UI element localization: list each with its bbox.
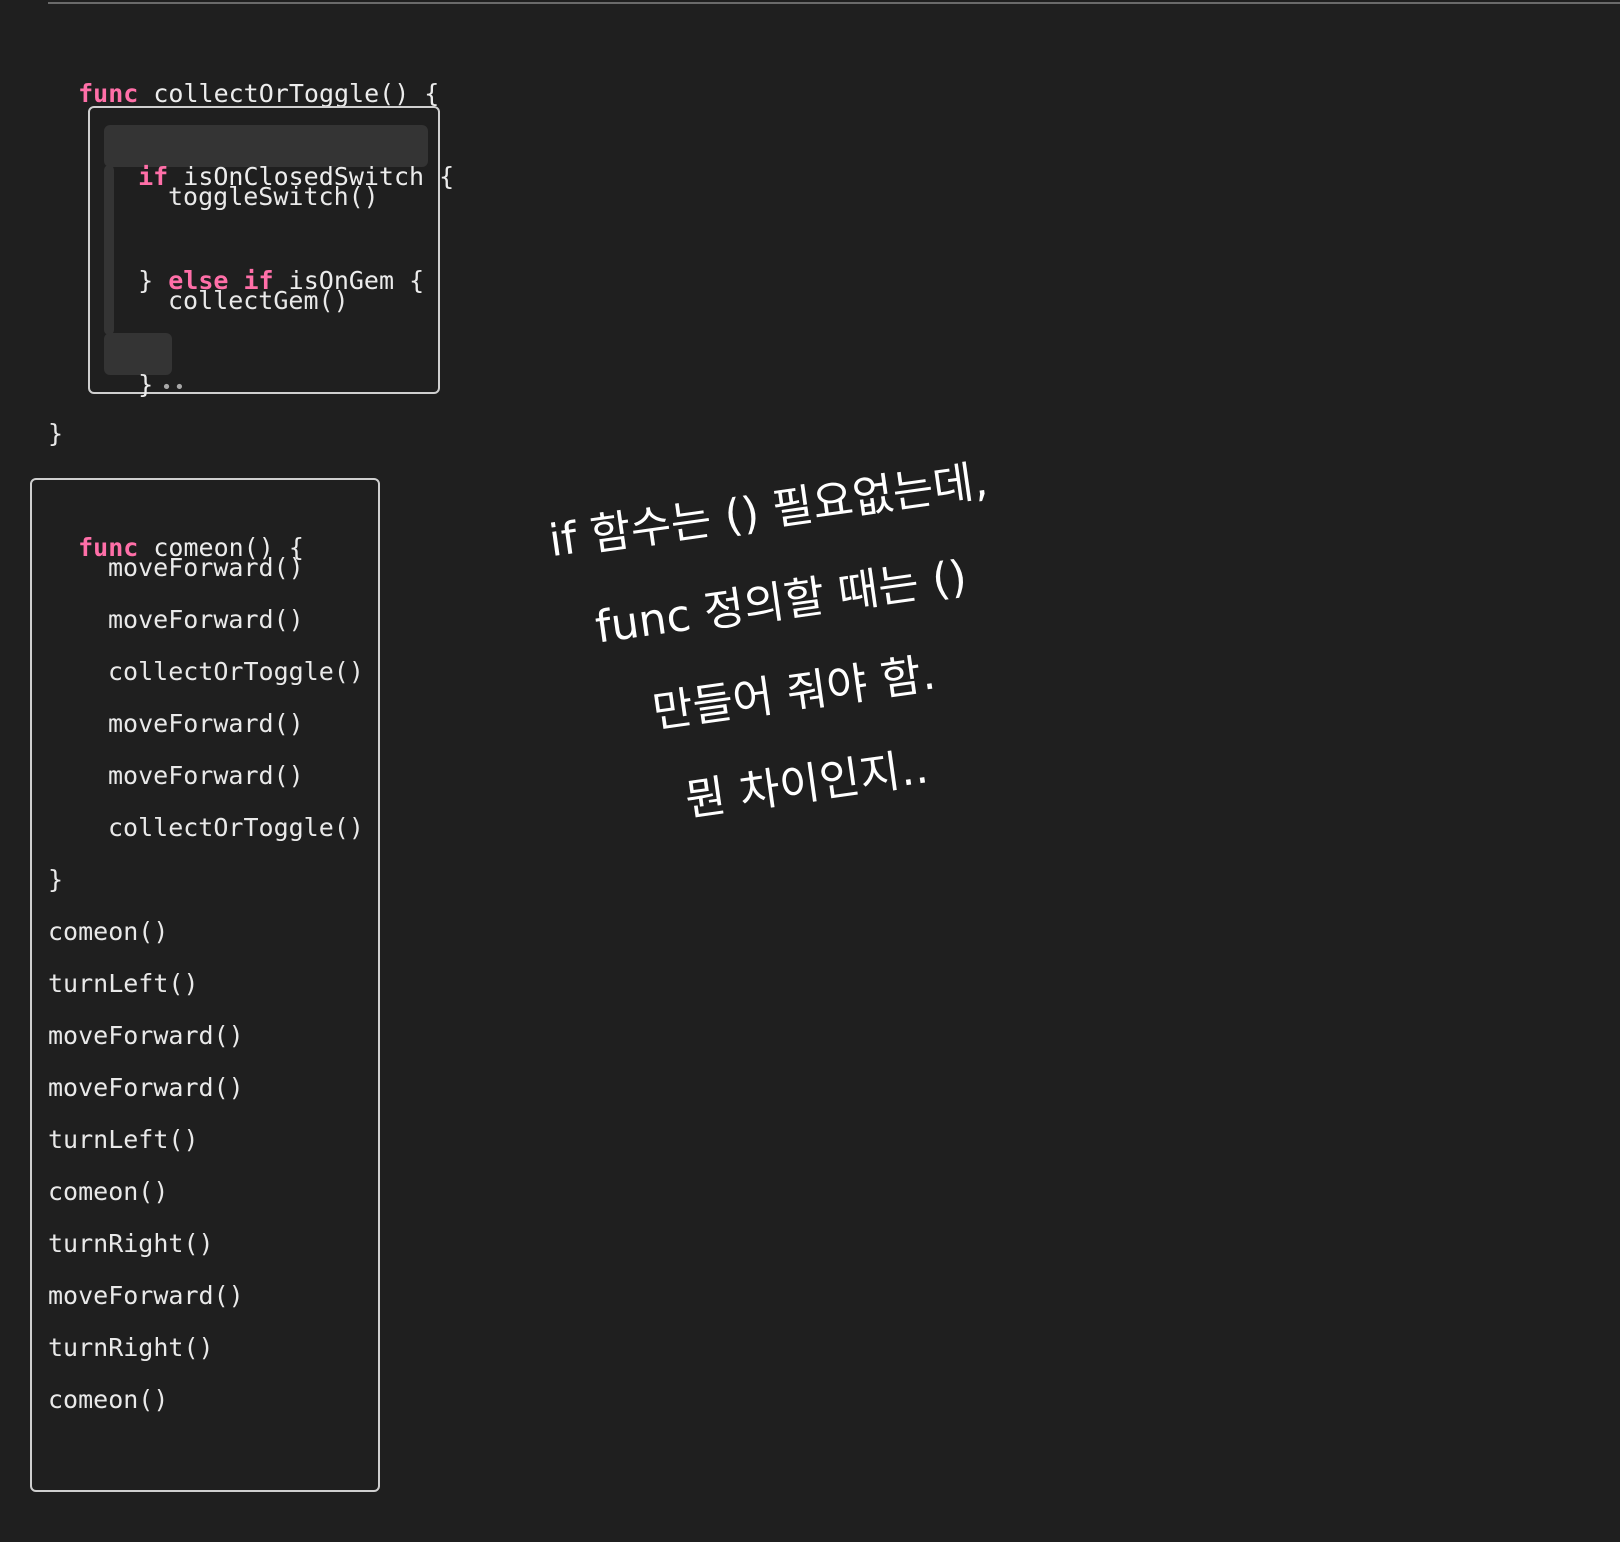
more-dots-icon[interactable]: •• [161, 377, 187, 398]
keyword-if: if [138, 162, 169, 191]
call-line[interactable]: comeon() [48, 1176, 168, 1208]
top-divider [48, 2, 1620, 4]
call-line[interactable]: moveForward() [48, 1020, 244, 1052]
func1-close-brace: } [48, 419, 64, 448]
func2-body-line[interactable]: moveForward() [108, 604, 304, 636]
call-line[interactable]: turnRight() [48, 1332, 214, 1364]
func2-body-line[interactable]: collectOrToggle() [108, 656, 364, 688]
call-line[interactable]: turnRight() [48, 1228, 214, 1260]
call-line[interactable]: moveForward() [48, 1072, 244, 1104]
keyword-func: func [78, 79, 139, 108]
toggle-switch-call[interactable]: toggleSwitch() [168, 181, 379, 213]
else-brace: } [138, 266, 169, 295]
func2-body-line[interactable]: moveForward() [108, 760, 304, 792]
func1-signature-line[interactable]: func collectOrToggle() { [48, 46, 439, 108]
func2-body-line[interactable]: collectOrToggle() [108, 812, 364, 844]
call-line[interactable]: turnLeft() [48, 968, 199, 1000]
func2-body-line[interactable]: moveForward() [108, 708, 304, 740]
func2-close-brace: } [48, 865, 64, 894]
if-close-brace: } [138, 370, 154, 399]
annotation-note: if 함수는 () 필요없는데, func 정의할 때는 () 만들어 줘야 함… [437, 436, 1142, 892]
func2-body-line[interactable]: moveForward() [108, 552, 304, 584]
call-line[interactable]: moveForward() [48, 1280, 244, 1312]
if-statement-line[interactable]: if isOnClosedSwitch { [108, 129, 454, 191]
if-close-line[interactable]: } •• [108, 337, 187, 399]
else-if-line[interactable]: } else if isOnGem { [108, 233, 424, 295]
call-line[interactable]: comeon() [48, 1384, 168, 1416]
call-line[interactable]: comeon() [48, 916, 168, 948]
collect-gem-call[interactable]: collectGem() [168, 285, 349, 317]
func2-signature-line[interactable]: func comeon() { [48, 500, 304, 562]
func1-signature: collectOrToggle() { [138, 79, 440, 108]
call-line[interactable]: turnLeft() [48, 1124, 199, 1156]
